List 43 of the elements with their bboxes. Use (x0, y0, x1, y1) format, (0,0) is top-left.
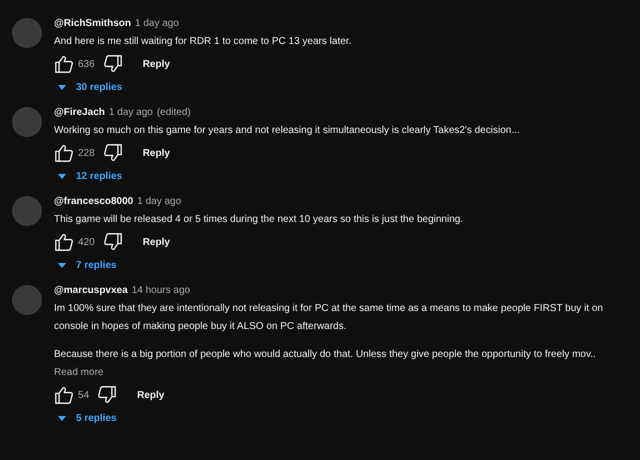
thumbs-up-icon[interactable] (54, 144, 74, 162)
thumbs-down-icon[interactable] (102, 55, 123, 73)
avatar (12, 285, 42, 315)
avatar (12, 18, 42, 48)
caret-down-icon (58, 85, 66, 90)
thumbs-up-icon[interactable] (54, 55, 74, 73)
reply-button[interactable]: Reply (136, 54, 176, 74)
comment-text: Working so much on this game for years and not releasing it simultaneously is clearly Takes2's decision... (54, 124, 521, 138)
thumbs-down-icon[interactable] (97, 386, 118, 404)
replies-toggle[interactable]: 5 replies (54, 409, 121, 428)
comment-text: Im 100% sure that they are intentionally not releasing it for PC at the same time as a means to make people FIRST buy it on console in hopes of making people buy it ALSO on PC afterwards. (54, 302, 604, 334)
author-name[interactable]: @RichSmithson (54, 16, 131, 31)
comment-time: 1 day ago (108, 106, 153, 120)
like-count: 228 (78, 146, 95, 160)
avatar (12, 107, 42, 137)
author-name[interactable]: @FireJach (54, 105, 105, 120)
like-count: 420 (78, 236, 95, 250)
comment-time: 1 day ago (137, 195, 182, 209)
replies-toggle[interactable]: 12 replies (54, 167, 126, 186)
thumbs-down-icon[interactable] (102, 233, 123, 251)
caret-down-icon (58, 263, 66, 268)
caret-down-icon (58, 174, 66, 179)
thumbs-down-icon[interactable] (102, 144, 123, 162)
comment-time: 1 day ago (134, 17, 179, 31)
replies-toggle[interactable]: 30 replies (54, 78, 126, 97)
thumbs-up-icon[interactable] (54, 386, 74, 404)
comment-time: 14 hours ago (132, 284, 190, 298)
reply-button[interactable]: Reply (131, 384, 170, 406)
reply-button[interactable]: Reply (136, 142, 176, 164)
like-count: 54 (78, 388, 90, 402)
thumbs-up-icon[interactable] (54, 233, 74, 251)
author-name[interactable]: @francesco8000 (54, 194, 134, 209)
comment-text: This game will be released 4 or 5 times during the next 10 years so this is just the beginning. (54, 213, 464, 227)
like-count: 636 (78, 58, 95, 72)
avatar (12, 196, 42, 226)
comment-text: Because there is a big portion of people who would actually do that. Unless they give people the opportunity to freely mov.. (54, 348, 596, 362)
replies-toggle[interactable]: 7 replies (54, 256, 121, 275)
reply-button[interactable]: Reply (136, 232, 176, 252)
read-more-link[interactable]: Read more (54, 364, 104, 382)
edited-label: (edited) (156, 106, 191, 120)
author-name[interactable]: @marcuspvxea (54, 283, 128, 298)
caret-down-icon (58, 416, 66, 421)
comment-text: And here is me still waiting for RDR 1 to come to PC 13 years later. (54, 35, 352, 49)
